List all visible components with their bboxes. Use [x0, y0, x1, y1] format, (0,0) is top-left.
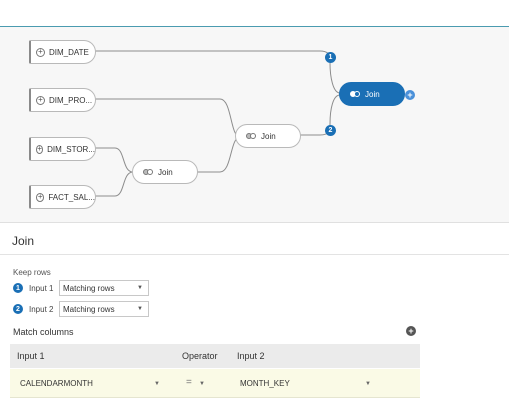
link-factsal-join1: [95, 171, 134, 197]
input-label: Input 2: [29, 304, 54, 314]
select-value: Matching rows: [63, 304, 115, 314]
join-label: Join: [261, 131, 276, 141]
expand-plus-icon[interactable]: +: [36, 95, 45, 105]
link-badge1-join3: [329, 62, 341, 94]
add-match-column-icon[interactable]: +: [406, 326, 416, 336]
join-icon: [350, 91, 360, 97]
select-value: Matching rows: [63, 283, 115, 293]
link-dimpro-join2: [95, 98, 241, 138]
input-2-column-select[interactable]: MONTH_KEY: [240, 379, 290, 388]
link-join1-join2: [197, 136, 241, 173]
add-step-icon[interactable]: +: [405, 90, 415, 100]
source-node-fact-sal[interactable]: + FACT_SAL...: [29, 185, 96, 209]
top-bar: [0, 0, 509, 27]
match-columns-label: Match columns: [13, 327, 74, 337]
header-operator: Operator: [182, 351, 218, 361]
input-label: Input 1: [29, 283, 54, 293]
panel-title: Join: [12, 234, 35, 248]
join-label: Join: [158, 167, 173, 177]
link-badge2-join3: [329, 94, 341, 125]
chevron-down-icon: ▼: [137, 306, 143, 312]
expand-plus-icon[interactable]: +: [36, 47, 45, 57]
panel-divider: [0, 254, 509, 255]
input-2-row: 2 Input 2 Matching rows ▼: [13, 301, 149, 317]
keep-rows-input-1-select[interactable]: Matching rows ▼: [59, 280, 149, 296]
join-node-3-selected[interactable]: Join: [339, 82, 405, 106]
operator-select[interactable]: =: [186, 377, 192, 388]
chevron-down-icon[interactable]: ▼: [365, 381, 371, 387]
input-number-badge: 1: [13, 283, 23, 293]
keep-rows-input-2-select[interactable]: Matching rows ▼: [59, 301, 149, 317]
join-node-2[interactable]: Join: [235, 124, 301, 148]
table-row: CALENDARMONTH ▼ = ▼ MONTH_KEY ▼: [10, 369, 420, 398]
header-input-1: Input 1: [17, 351, 45, 361]
source-label: DIM_STOR...: [47, 144, 95, 154]
keep-rows-label: Keep rows: [13, 268, 51, 277]
source-node-dim-stor[interactable]: + DIM_STOR...: [29, 137, 96, 161]
input-1-row: 1 Input 1 Matching rows ▼: [13, 280, 149, 296]
input-number-badge: 2: [13, 304, 23, 314]
header-input-2: Input 2: [237, 351, 265, 361]
expand-plus-icon[interactable]: +: [36, 192, 45, 202]
dataflow-canvas[interactable]: + DIM_DATE + DIM_PRO... + DIM_STOR... + …: [0, 27, 509, 223]
link-dimstor-join1: [95, 147, 134, 173]
source-node-dim-date[interactable]: + DIM_DATE: [29, 40, 96, 64]
input-badge-2: 2: [325, 125, 336, 136]
source-label: DIM_PRO...: [49, 95, 93, 105]
join-label: Join: [365, 89, 380, 99]
source-label: DIM_DATE: [49, 47, 89, 57]
source-node-dim-pro[interactable]: + DIM_PRO...: [29, 88, 96, 112]
chevron-down-icon[interactable]: ▼: [199, 381, 205, 387]
match-table-header: Input 1 Operator Input 2: [10, 344, 420, 368]
join-icon: [246, 133, 256, 139]
chevron-down-icon: ▼: [137, 285, 143, 291]
expand-plus-icon[interactable]: +: [36, 144, 44, 154]
input-1-column-select[interactable]: CALENDARMONTH: [20, 379, 93, 388]
join-node-1[interactable]: Join: [132, 160, 198, 184]
link-dimdate-join3: [95, 50, 331, 58]
chevron-down-icon[interactable]: ▼: [154, 381, 160, 387]
join-icon: [143, 169, 153, 175]
source-label: FACT_SAL...: [48, 192, 95, 202]
input-badge-1: 1: [325, 52, 336, 63]
